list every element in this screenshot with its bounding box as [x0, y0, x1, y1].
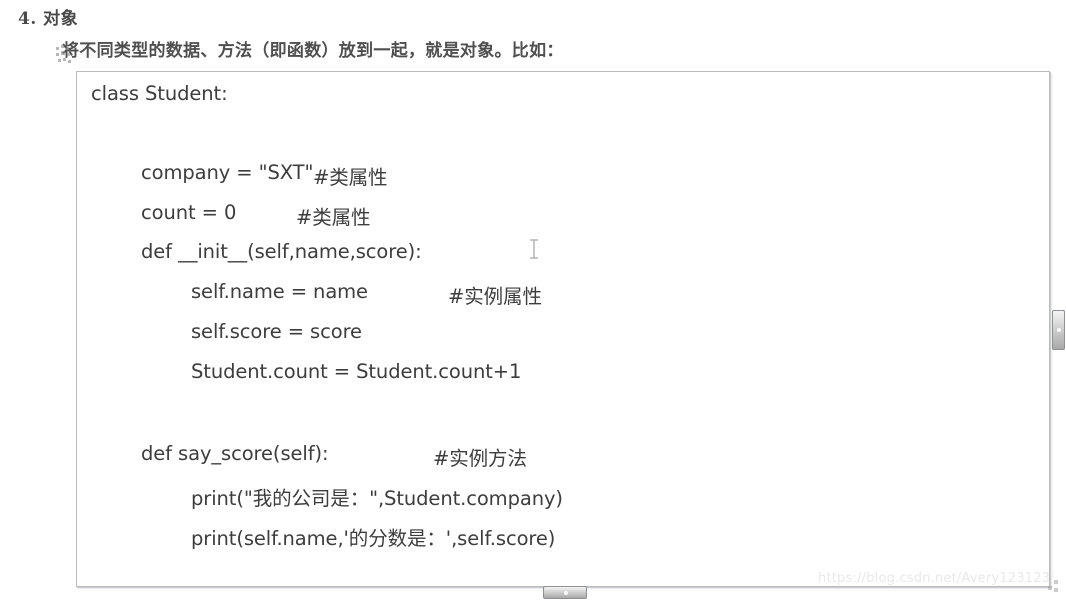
code-line-init-def: def __init__(self,name,score): [141, 240, 422, 263]
page-title: 4. 对象 [18, 9, 79, 29]
code-line-count: count = 0 [141, 201, 237, 224]
resize-handle-middle-right[interactable] [1052, 310, 1065, 350]
code-comment-say-score: #实例方法 [433, 447, 527, 470]
code-line-print-company: print("我的公司是：",Student.company) [191, 487, 563, 510]
code-line-self-name: self.name = name [191, 280, 368, 303]
code-screenshot-object[interactable]: class Student: company = "SXT" #类属性 coun… [76, 71, 1050, 587]
object-anchor-icon [56, 45, 78, 69]
watermark: https://blog.csdn.net/Avery123123 [818, 571, 1051, 586]
resize-handle-bottom-center[interactable] [543, 586, 587, 599]
text-cursor-icon [528, 238, 540, 260]
code-comment-company: #类属性 [313, 166, 388, 189]
code-line-self-score: self.score = score [191, 320, 362, 343]
code-block: class Student: company = "SXT" #类属性 coun… [77, 72, 1049, 586]
code-line-class-student: class Student: [91, 82, 228, 105]
code-line-student-count: Student.count = Student.count+1 [191, 360, 522, 383]
code-comment-count: #类属性 [296, 206, 371, 229]
resize-handle-dot [564, 591, 568, 595]
code-line-company: company = "SXT" [141, 161, 314, 184]
code-line-print-score: print(self.name,'的分数是：',self.score) [191, 527, 556, 550]
code-comment-self-name: #实例属性 [448, 285, 542, 308]
code-line-say-score-def: def say_score(self): [141, 442, 329, 465]
body-paragraph: 将不同类型的数据、方法（即函数）放到一起，就是对象。比如： [62, 41, 564, 61]
resize-handle-dot [1057, 328, 1061, 332]
